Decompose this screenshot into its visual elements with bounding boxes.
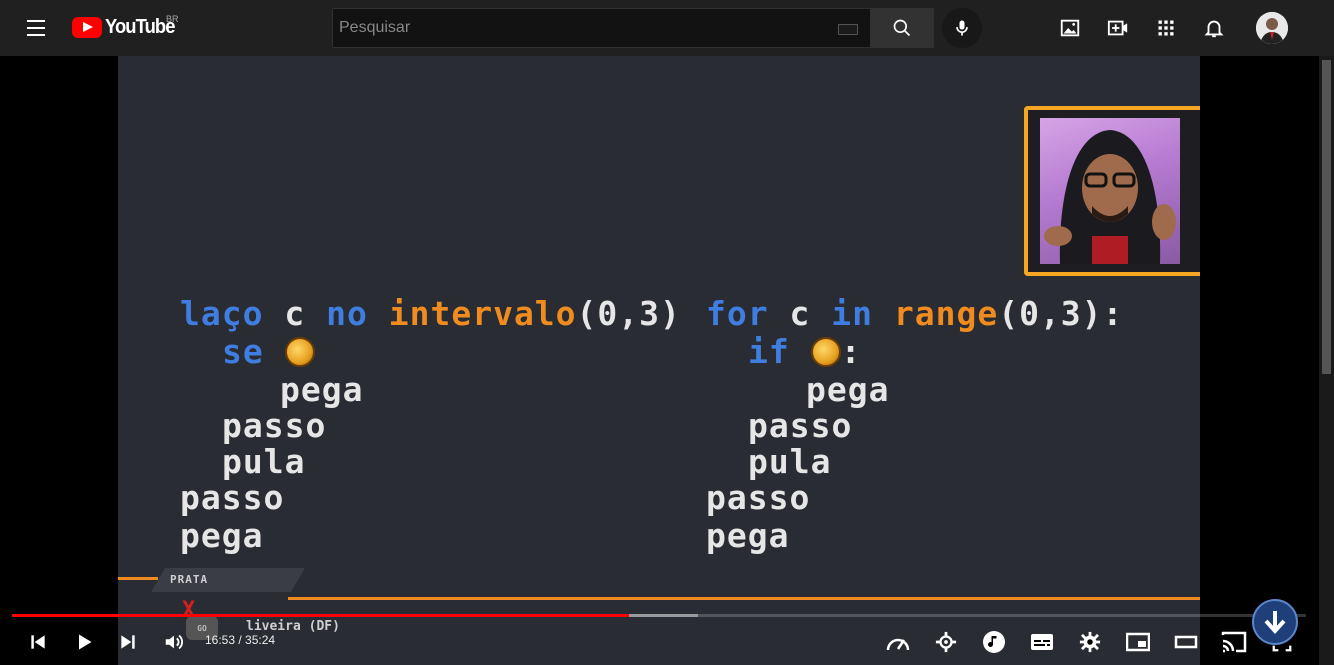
overlay-caption: liveira (DF): [246, 619, 340, 634]
hamburger-line: [27, 27, 45, 29]
decorative-line: [118, 577, 158, 580]
webcam-frame: [1024, 106, 1200, 276]
decorative-line: [288, 597, 1200, 600]
keyword: if: [748, 332, 790, 371]
progress-played: [12, 614, 629, 617]
gear-icon: [1079, 631, 1101, 653]
function-name: intervalo: [388, 294, 577, 333]
mute-button[interactable]: [160, 628, 188, 656]
settings-button[interactable]: [1076, 628, 1104, 656]
code-line-left-1: laço c no intervalo(0,3): [180, 296, 681, 332]
webcam-presenter-image: [1040, 118, 1180, 264]
guide-menu-button[interactable]: [20, 14, 52, 42]
colon: :: [1102, 294, 1124, 333]
volume-icon: [165, 634, 183, 650]
code-line-left-5: pula: [222, 442, 306, 481]
coin-icon: [284, 337, 315, 367]
theater-mode-button[interactable]: [1172, 628, 1200, 656]
arguments: (0,3): [576, 294, 681, 333]
function-name: range: [893, 294, 999, 333]
keyboard-icon[interactable]: [838, 24, 858, 35]
keyword: in: [831, 294, 873, 333]
music-note-button[interactable]: [980, 628, 1008, 656]
cast-icon: [1221, 631, 1247, 653]
hamburger-icon: [27, 20, 45, 22]
keyword: se: [222, 332, 264, 371]
music-note-icon: [983, 631, 1005, 653]
scroll-down-button[interactable]: [1252, 599, 1298, 645]
presenter-illustration: [1044, 130, 1176, 264]
skip-next-icon: [121, 635, 135, 649]
avatar-image: [1256, 12, 1288, 44]
logo-text: YouTube: [105, 16, 175, 38]
apps-grid-icon[interactable]: [1154, 16, 1178, 40]
variable: c: [789, 294, 811, 333]
voice-search-button[interactable]: [942, 8, 982, 48]
variable: c: [284, 294, 306, 333]
code-line-left-7: pega: [180, 516, 264, 555]
play-button[interactable]: [70, 628, 98, 656]
search-button[interactable]: [870, 8, 934, 48]
code-line-right-2: if :: [748, 334, 862, 370]
account-avatar[interactable]: [1256, 12, 1288, 44]
app-root: YouTube BR laço c no interv: [0, 0, 1334, 665]
code-line-right-6: passo: [706, 478, 811, 517]
code-line-right-7: pega: [706, 516, 790, 555]
code-line-left-3: pega: [280, 370, 364, 409]
time-display: 16:53 / 35:24: [205, 633, 276, 647]
code-line-right-3: pega: [806, 370, 890, 409]
code-line-left-6: passo: [180, 478, 285, 517]
video-player[interactable]: laço c no intervalo(0,3) se pega passo p…: [118, 56, 1200, 665]
code-line-left-2: se: [222, 334, 315, 370]
keyword: for: [706, 294, 769, 333]
scrollbar-thumb[interactable]: [1322, 60, 1331, 374]
colon: :: [840, 332, 862, 371]
cast-button[interactable]: [1220, 628, 1248, 656]
notifications-bell-icon[interactable]: [1202, 16, 1226, 40]
theater-icon: [1174, 635, 1198, 649]
youtube-logo[interactable]: YouTube: [72, 16, 181, 39]
hamburger-line: [27, 34, 45, 36]
search-input[interactable]: [339, 9, 829, 47]
coin-icon: [810, 337, 841, 367]
code-line-right-1: for c in range(0,3):: [706, 296, 1123, 332]
microphone-icon: [956, 20, 968, 36]
keyword: no: [326, 294, 368, 333]
miniplayer-icon: [1126, 632, 1150, 652]
keyword: laço: [180, 294, 264, 333]
arrow-down-icon: [1264, 611, 1286, 634]
previous-button[interactable]: [24, 628, 52, 656]
page-scrollbar[interactable]: [1319, 56, 1334, 665]
country-code: BR: [166, 14, 179, 24]
code-line-right-4: passo: [748, 406, 853, 445]
search-icon: [893, 19, 911, 37]
miniplayer-button[interactable]: [1124, 628, 1152, 656]
subtitles-button[interactable]: [1028, 628, 1056, 656]
create-video-icon[interactable]: [1106, 16, 1130, 40]
progress-bar[interactable]: [12, 614, 1306, 617]
code-line-right-5: pula: [748, 442, 832, 481]
play-logo-icon: [72, 17, 102, 38]
skip-previous-icon: [31, 635, 45, 649]
gear-outline-icon: [935, 631, 957, 653]
image-icon[interactable]: [1058, 16, 1082, 40]
playback-speed-button[interactable]: [884, 628, 912, 656]
arguments: (0,3): [998, 294, 1103, 333]
code-line-left-4: passo: [222, 406, 327, 445]
rank-badge-label: PRATA: [170, 573, 209, 586]
quality-button[interactable]: [932, 628, 960, 656]
speedometer-icon: [886, 638, 910, 651]
next-button[interactable]: [114, 628, 142, 656]
play-icon: [79, 634, 92, 650]
masthead: YouTube BR: [0, 0, 1334, 56]
subtitles-icon: [1031, 634, 1053, 650]
search-box: [332, 8, 871, 48]
